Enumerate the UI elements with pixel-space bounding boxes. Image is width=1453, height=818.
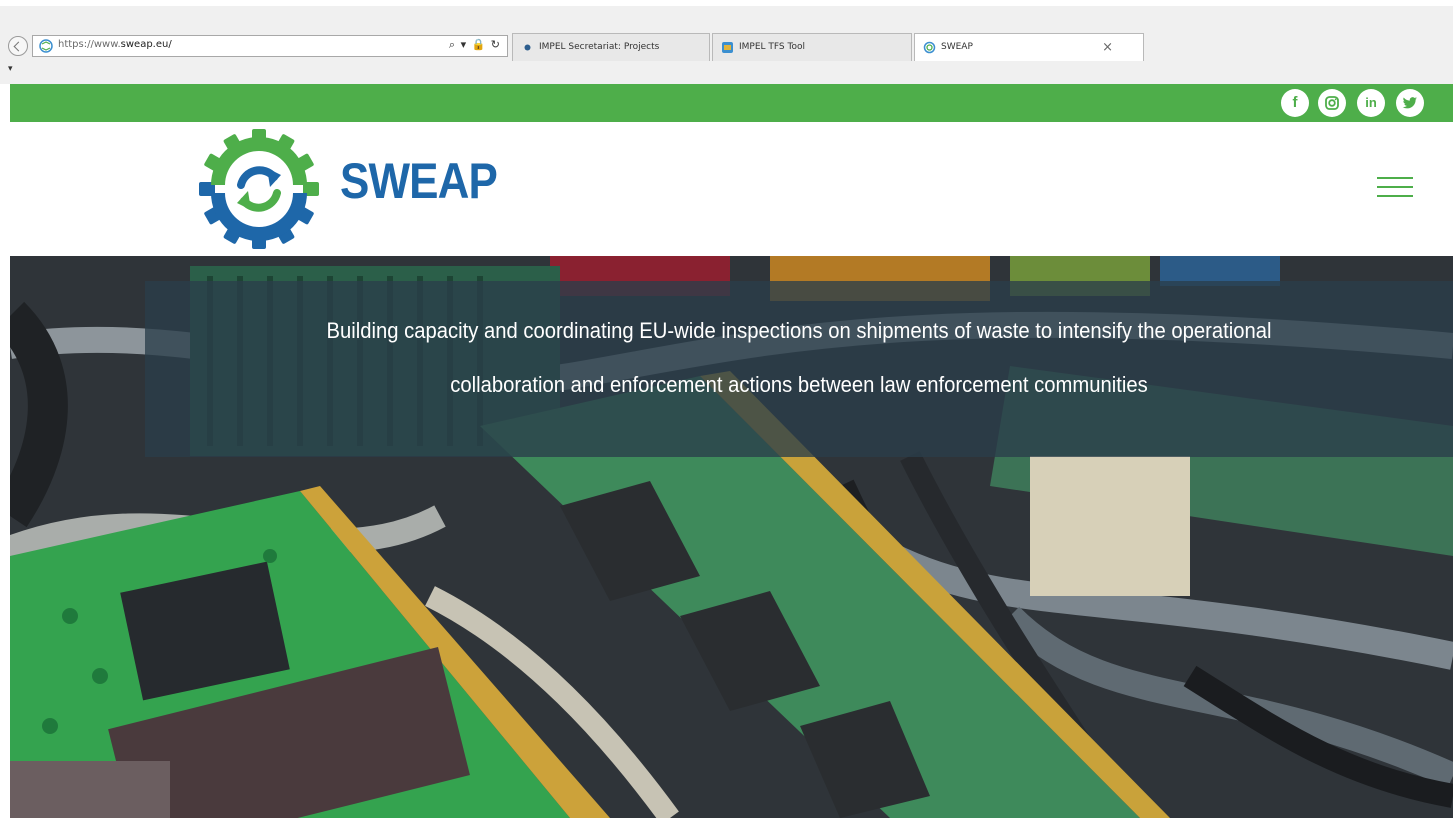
- url-text[interactable]: https://www.sweap.eu/: [58, 39, 172, 50]
- tab-impel-tfs-tool[interactable]: IMPEL TFS Tool: [712, 33, 912, 61]
- tab-label: IMPEL TFS Tool: [739, 42, 805, 52]
- close-tab-icon[interactable]: ×: [1102, 40, 1113, 55]
- tagline-line-1: Building capacity and coordinating EU-wi…: [326, 318, 1272, 343]
- tab-sweap[interactable]: SWEAP ×: [914, 33, 1144, 61]
- sweap-logo-icon[interactable]: [196, 128, 322, 250]
- tab-favicon-icon: [923, 41, 936, 54]
- tab-favicon-icon: [722, 42, 733, 53]
- twitter-icon[interactable]: [1396, 89, 1424, 117]
- site-logo-text[interactable]: SWEAP: [340, 152, 498, 210]
- address-tools[interactable]: ⌕ ▾ 🔒 ↻: [449, 38, 501, 52]
- tab-label: IMPEL Secretariat: Projects: [539, 42, 660, 52]
- site-icon: [39, 39, 53, 53]
- instagram-icon[interactable]: [1318, 89, 1346, 117]
- top-bar: [10, 84, 1453, 122]
- window-edge: [0, 0, 1453, 6]
- tagline-line-2: collaboration and enforcement actions be…: [450, 372, 1148, 397]
- tab-impel-secretariat[interactable]: IMPEL Secretariat: Projects: [512, 33, 710, 61]
- url-domain: sweap.eu/: [120, 39, 172, 50]
- back-button[interactable]: [8, 36, 28, 56]
- linkedin-icon[interactable]: in: [1357, 89, 1385, 117]
- tab-favicon-icon: [524, 44, 531, 51]
- hero-tagline: Building capacity and coordinating EU-wi…: [197, 304, 1400, 412]
- chevron-down-icon[interactable]: ▾: [8, 64, 13, 74]
- address-bar[interactable]: https://www.sweap.eu/ ⌕ ▾ 🔒 ↻: [32, 35, 508, 57]
- url-prefix: https://www.: [58, 39, 121, 50]
- facebook-icon[interactable]: f: [1281, 89, 1309, 117]
- menu-icon[interactable]: [1377, 177, 1413, 199]
- tab-label: SWEAP: [941, 42, 973, 52]
